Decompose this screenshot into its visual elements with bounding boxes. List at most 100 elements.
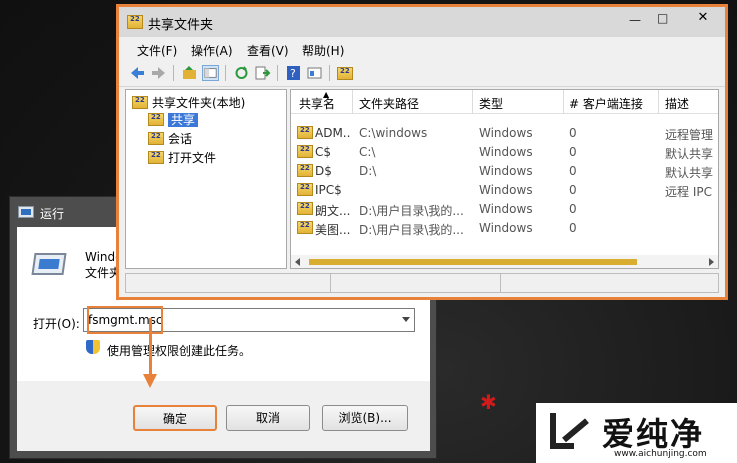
share-name: 朗文...: [315, 204, 351, 218]
session-icon: [148, 132, 164, 145]
help-icon[interactable]: ?: [285, 65, 302, 81]
mmc-title: 共享文件夹: [148, 18, 214, 33]
forward-arrow-icon[interactable]: [150, 65, 167, 81]
export-list-icon[interactable]: [254, 65, 271, 81]
column-header-share-name[interactable]: 共享名: [299, 95, 335, 112]
folder-path: D:\用户目录\我的...: [359, 223, 464, 237]
table-row[interactable]: ADM... C:\windows Windows 0 远程管理: [291, 124, 718, 143]
share-icon: [297, 183, 313, 196]
tree-item-shares[interactable]: 共享: [148, 111, 199, 127]
minimize-icon[interactable]: —: [629, 13, 641, 27]
menu-view[interactable]: 查看(V): [247, 42, 289, 59]
column-divider[interactable]: [472, 90, 473, 114]
admin-note: 使用管理权限创建此任务。: [107, 344, 252, 358]
share-name: D$: [315, 164, 332, 178]
share-type: Windows: [479, 183, 533, 197]
run-program-icon: [31, 249, 67, 279]
watermark-url: www.aichunjing.com: [614, 449, 707, 459]
column-divider[interactable]: [352, 90, 353, 114]
tree-item-root[interactable]: 共享文件夹(本地): [132, 94, 245, 110]
watermark-logo: [548, 409, 596, 453]
share-type: Windows: [479, 202, 533, 216]
open-label: 打开(O):: [33, 317, 80, 331]
uac-shield-icon: [86, 340, 100, 356]
column-header-clients[interactable]: # 客户端连接: [569, 95, 643, 112]
up-folder-icon[interactable]: [181, 65, 198, 81]
status-bar: [125, 273, 719, 293]
share-name: IPC$: [315, 183, 342, 197]
menu-bar: 文件(F) 操作(A) 查看(V) 帮助(H): [119, 38, 725, 60]
table-row[interactable]: IPC$ Windows 0 远程 IPC: [291, 181, 718, 200]
table-row[interactable]: C$ C:\ Windows 0 默认共享: [291, 143, 718, 162]
tree-item-open-files[interactable]: 打开文件: [148, 149, 216, 165]
run-app-icon: [18, 206, 34, 218]
tree-root-label: 共享文件夹(本地): [152, 96, 246, 110]
annotation-arrow-head: [143, 374, 157, 388]
scroll-right-icon[interactable]: [709, 258, 714, 266]
share-name: 美图...: [315, 223, 351, 237]
toolbar: ?: [119, 60, 725, 87]
table-row[interactable]: D$ D:\ Windows 0 默认共享: [291, 162, 718, 181]
run-button-bar: 确定 取消 浏览(B)...: [17, 381, 430, 451]
properties-icon[interactable]: [306, 65, 323, 81]
scroll-thumb[interactable]: [309, 259, 637, 265]
shares-list: 共享名 ▲ 文件夹路径 类型 # 客户端连接 描述 ADM... C:\wind…: [290, 89, 719, 269]
client-count: 0: [569, 126, 577, 140]
share-description: 远程 IPC: [665, 185, 712, 199]
share-icon: [148, 113, 164, 126]
share-type: Windows: [479, 145, 533, 159]
watermark: 爱纯净 www.aichunjing.com: [536, 403, 737, 463]
ok-button[interactable]: 确定: [133, 405, 217, 431]
column-header-folder-path[interactable]: 文件夹路径: [359, 95, 419, 112]
folder-path: C:\: [359, 145, 376, 159]
shared-folder-icon: [132, 96, 148, 109]
back-arrow-icon[interactable]: [129, 65, 146, 81]
share-type: Windows: [479, 164, 533, 178]
horizontal-scrollbar[interactable]: [291, 255, 718, 268]
table-row[interactable]: 美图... D:\用户目录\我的... Windows 0: [291, 219, 718, 238]
toolbar-separator: [277, 65, 278, 81]
column-header-description[interactable]: 描述: [665, 95, 689, 112]
toolbar-separator: [225, 65, 226, 81]
client-count: 0: [569, 164, 577, 178]
share-icon: [297, 164, 313, 177]
client-count: 0: [569, 145, 577, 159]
cancel-button[interactable]: 取消: [226, 405, 310, 431]
column-divider[interactable]: [658, 90, 659, 114]
close-icon[interactable]: ✕: [683, 7, 723, 29]
share-type: Windows: [479, 221, 533, 235]
tree-item-sessions[interactable]: 会话: [148, 130, 192, 146]
menu-action[interactable]: 操作(A): [191, 42, 233, 59]
share-description: 远程管理: [665, 128, 714, 142]
run-title: 运行: [40, 207, 65, 221]
menu-help[interactable]: 帮助(H): [302, 42, 344, 59]
table-row[interactable]: 朗文... D:\用户目录\我的... Windows 0: [291, 200, 718, 219]
share-icon: [297, 221, 313, 234]
menu-file[interactable]: 文件(F): [137, 42, 177, 59]
share-description: 默认共享: [665, 166, 714, 180]
new-share-icon[interactable]: [337, 67, 353, 80]
status-divider: [500, 274, 501, 292]
share-icon: [297, 202, 313, 215]
share-name: C$: [315, 145, 332, 159]
column-header-type[interactable]: 类型: [479, 95, 503, 112]
svg-text:?: ?: [290, 67, 296, 80]
mmc-title-bar[interactable]: 共享文件夹 — □ ✕: [119, 7, 725, 37]
status-divider: [330, 274, 331, 292]
share-type: Windows: [479, 126, 533, 140]
refresh-icon[interactable]: [233, 65, 250, 81]
browse-button[interactable]: 浏览(B)...: [322, 405, 408, 431]
client-count: 0: [569, 183, 577, 197]
show-tree-icon[interactable]: [202, 65, 219, 81]
console-tree: 共享文件夹(本地) 共享 会话 打开文件: [125, 89, 287, 269]
column-divider[interactable]: [563, 90, 564, 114]
chevron-down-icon[interactable]: [402, 317, 410, 322]
toolbar-separator: [329, 65, 330, 81]
folder-path: D:\用户目录\我的...: [359, 204, 464, 218]
sort-up-icon: ▲: [323, 90, 330, 99]
scroll-left-icon[interactable]: [295, 258, 300, 266]
client-count: 0: [569, 221, 577, 235]
share-icon: [297, 126, 313, 139]
maximize-icon[interactable]: □: [657, 11, 668, 25]
shared-folders-window: 共享文件夹 — □ ✕ 文件(F) 操作(A) 查看(V) 帮助(H) ? 共享…: [119, 7, 725, 297]
